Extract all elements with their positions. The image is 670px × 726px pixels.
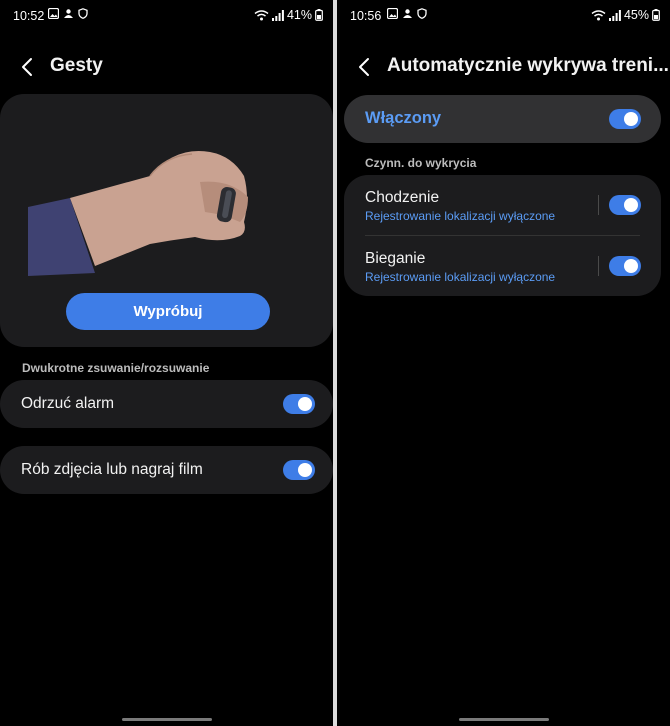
battery-icon: [315, 9, 323, 21]
row-label: Chodzenie: [365, 189, 440, 206]
page-title: Automatycznie wykrywa treni...: [387, 55, 669, 76]
activity-row-running[interactable]: Bieganie Rejestrowanie lokalizacji wyłąc…: [344, 236, 661, 296]
status-time: 10:52: [13, 9, 45, 23]
page-title: Gesty: [50, 55, 103, 76]
battery-percent: 45%: [623, 8, 649, 22]
gallery-icon: [387, 8, 398, 19]
notification-icon: [64, 9, 73, 18]
row-divider: [598, 256, 599, 276]
row-subtitle: Rejestrowanie lokalizacji wyłączone: [365, 209, 556, 223]
activity-row-walking[interactable]: Chodzenie Rejestrowanie lokalizacji wyłą…: [344, 175, 661, 235]
back-arrow-icon[interactable]: [18, 56, 38, 78]
gesture-nav-bar[interactable]: [458, 718, 549, 721]
master-switch-bar[interactable]: Włączony: [344, 95, 661, 143]
toggle-switch[interactable]: [609, 195, 641, 215]
auto-detect-workouts-screen: 10:56 45% Automatycznie wykrywa treni...…: [337, 0, 670, 726]
status-bar: 10:56 45%: [337, 0, 670, 30]
section-label: Czynn. do wykrycia: [365, 156, 477, 170]
gesture-nav-bar[interactable]: [121, 718, 212, 721]
wifi-icon: [591, 9, 606, 20]
gestures-screen: 10:52 41% Gesty Wypróbuj Dwukrotne zsuwa…: [0, 0, 333, 726]
row-subtitle: Rejestrowanie lokalizacji wyłączone: [365, 270, 556, 284]
battery-percent: 41%: [286, 8, 312, 22]
battery-icon: [652, 9, 660, 21]
toggle-switch[interactable]: [283, 394, 315, 414]
row-label: Odrzuć alarm: [21, 395, 115, 412]
signal-icon: [608, 9, 621, 21]
toggle-switch[interactable]: [283, 460, 315, 480]
row-label: Rób zdjęcia lub nagraj film: [21, 461, 203, 478]
wifi-icon: [254, 9, 269, 20]
back-arrow-icon[interactable]: [355, 56, 375, 78]
shield-icon: [417, 8, 427, 19]
master-toggle-switch[interactable]: [609, 109, 641, 129]
toggle-switch[interactable]: [609, 256, 641, 276]
section-label: Dwukrotne zsuwanie/rozsuwanie: [22, 361, 210, 375]
status-time: 10:56: [350, 9, 382, 23]
signal-icon: [271, 9, 284, 21]
row-label: Bieganie: [365, 250, 426, 267]
row-divider: [598, 195, 599, 215]
top-app-bar: Automatycznie wykrywa treni...: [337, 50, 670, 84]
activities-card: Chodzenie Rejestrowanie lokalizacji wyłą…: [344, 175, 661, 296]
notification-icon: [403, 9, 412, 18]
master-switch-label: Włączony: [365, 109, 442, 127]
status-bar: 10:52 41%: [0, 0, 333, 30]
gallery-icon: [48, 8, 59, 19]
top-app-bar: Gesty: [0, 50, 333, 84]
setting-row-take-photo[interactable]: Rób zdjęcia lub nagraj film: [0, 446, 333, 494]
try-button[interactable]: Wypróbuj: [66, 293, 270, 330]
shield-icon: [78, 8, 88, 19]
setting-row-dismiss-alarm[interactable]: Odrzuć alarm: [0, 380, 333, 428]
